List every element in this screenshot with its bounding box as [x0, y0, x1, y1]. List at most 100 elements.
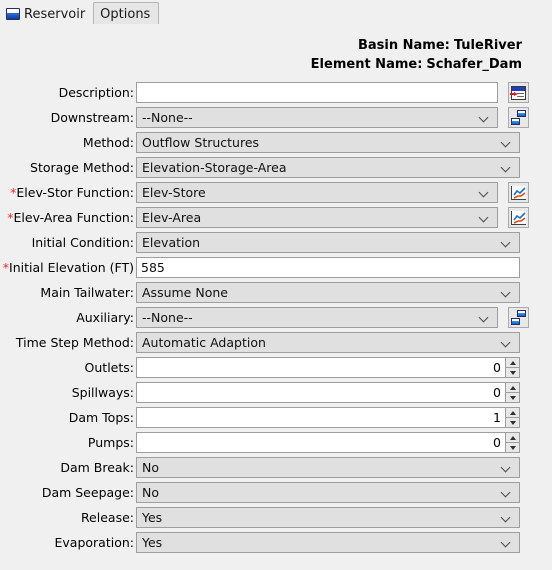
- element-name-line: Element Name: Schafer_Dam: [0, 55, 522, 74]
- field-label-text: Initial Condition:: [31, 235, 134, 250]
- basin-name-label: Basin Name:: [357, 38, 450, 53]
- spinner-up-button[interactable]: [505, 382, 520, 392]
- spinner-down-button[interactable]: [505, 417, 520, 428]
- spinner-down-button[interactable]: [505, 367, 520, 378]
- chevron-down-icon: [479, 187, 490, 198]
- field-control: No: [136, 482, 520, 503]
- spinner-up-button[interactable]: [505, 407, 520, 417]
- spinner-12[interactable]: 0: [136, 382, 520, 403]
- field-label-text: Auxiliary:: [76, 310, 134, 325]
- dropdown-16[interactable]: No: [136, 482, 520, 503]
- spinner-buttons: [505, 432, 520, 453]
- tab-options[interactable]: Options: [93, 2, 160, 25]
- dropdown-9[interactable]: --None--: [136, 307, 498, 328]
- field-label-text: Downstream:: [50, 110, 134, 125]
- dropdown-8[interactable]: Assume None: [136, 282, 520, 303]
- chevron-down-icon: [501, 337, 512, 348]
- dropdown-value: No: [142, 460, 159, 475]
- spinner-13[interactable]: 1: [136, 407, 520, 428]
- dropdown-value: Automatic Adaption: [142, 335, 266, 350]
- field-control: Outflow Structures: [136, 132, 520, 153]
- chart-icon: [511, 210, 526, 225]
- chevron-down-icon: [501, 237, 512, 248]
- chevron-down-icon: [501, 537, 512, 548]
- field-control: 585: [136, 257, 520, 278]
- spinner-value[interactable]: 0: [136, 382, 505, 403]
- dropdown-6[interactable]: Elevation: [136, 232, 520, 253]
- field-label: Description:: [0, 85, 136, 100]
- field-label-text: Spillways:: [71, 385, 134, 400]
- spinner-14[interactable]: 0: [136, 432, 520, 453]
- chart-icon: [511, 185, 526, 200]
- dropdown-value: --None--: [142, 110, 193, 125]
- spinner-11[interactable]: 0: [136, 357, 520, 378]
- reservoir-pair-button[interactable]: [508, 307, 529, 328]
- field-label: *Elev-Area Function:: [0, 210, 136, 225]
- field-label: Evaporation:: [0, 535, 136, 550]
- description-note-button[interactable]: [508, 82, 529, 103]
- spinner-down-button[interactable]: [505, 442, 520, 453]
- form-row: Method: Outflow Structures: [0, 130, 552, 155]
- form-row: Description:: [0, 80, 552, 105]
- field-label: Dam Tops:: [0, 410, 136, 425]
- spinner-up-button[interactable]: [505, 357, 520, 367]
- basin-name-value: TuleRiver: [453, 38, 522, 53]
- basin-name-line: Basin Name: TuleRiver: [0, 36, 522, 55]
- triangle-up-icon: [509, 360, 516, 365]
- dropdown-value: Assume None: [142, 285, 228, 300]
- spinner-value[interactable]: 1: [136, 407, 505, 428]
- text-input-0[interactable]: [136, 82, 498, 103]
- field-control: Elevation-Storage-Area: [136, 157, 520, 178]
- spinner-value[interactable]: 0: [136, 357, 505, 378]
- field-label: Initial Condition:: [0, 235, 136, 250]
- field-label: Storage Method:: [0, 160, 136, 175]
- chevron-down-icon: [501, 162, 512, 173]
- field-control: Assume None: [136, 282, 520, 303]
- field-control: Automatic Adaption: [136, 332, 520, 353]
- field-label: *Elev-Stor Function:: [0, 185, 136, 200]
- spinner-up-button[interactable]: [505, 432, 520, 442]
- field-label: Method:: [0, 135, 136, 150]
- field-label-text: Dam Seepage:: [41, 485, 134, 500]
- dropdown-value: Elev-Area: [142, 210, 202, 225]
- triangle-down-icon: [509, 395, 516, 400]
- dropdown-17[interactable]: Yes: [136, 507, 520, 528]
- dropdown-1[interactable]: --None--: [136, 107, 498, 128]
- spinner-value[interactable]: 0: [136, 432, 505, 453]
- description-note-icon: [510, 85, 526, 100]
- field-label-text: Time Step Method:: [15, 335, 134, 350]
- field-control: Elevation: [136, 232, 520, 253]
- field-label-text: Dam Break:: [60, 460, 134, 475]
- dropdown-15[interactable]: No: [136, 457, 520, 478]
- field-label-text: Elev-Area Function:: [13, 210, 134, 225]
- field-label: Main Tailwater:: [0, 285, 136, 300]
- dropdown-10[interactable]: Automatic Adaption: [136, 332, 520, 353]
- element-name-value: Schafer_Dam: [426, 57, 522, 72]
- dropdown-2[interactable]: Outflow Structures: [136, 132, 520, 153]
- chevron-down-icon: [501, 512, 512, 523]
- dropdown-4[interactable]: Elev-Store: [136, 182, 498, 203]
- reservoir-pair-button[interactable]: [508, 107, 529, 128]
- tab-reservoir[interactable]: Reservoir: [0, 2, 94, 25]
- field-control: --None--: [136, 107, 529, 128]
- reservoir-form: Description: Downstream: --None-- Method: Ou…: [0, 80, 552, 555]
- reservoir-pair-icon: [511, 110, 526, 125]
- field-label-text: Method:: [82, 135, 134, 150]
- form-row: Evaporation: Yes: [0, 530, 552, 555]
- field-label-text: Main Tailwater:: [40, 285, 134, 300]
- element-name-label: Element Name:: [310, 57, 423, 72]
- dropdown-3[interactable]: Elevation-Storage-Area: [136, 157, 520, 178]
- dropdown-5[interactable]: Elev-Area: [136, 207, 498, 228]
- field-label: Downstream:: [0, 110, 136, 125]
- chart-button[interactable]: [508, 182, 529, 203]
- form-row: Dam Tops: 1: [0, 405, 552, 430]
- spinner-down-button[interactable]: [505, 392, 520, 403]
- chart-button[interactable]: [508, 207, 529, 228]
- triangle-down-icon: [509, 370, 516, 375]
- text-input-7[interactable]: 585: [136, 257, 520, 278]
- chevron-down-icon: [479, 112, 490, 123]
- dropdown-18[interactable]: Yes: [136, 532, 520, 553]
- tab-strip: Reservoir Options: [0, 0, 552, 25]
- field-control: 1: [136, 407, 520, 428]
- triangle-up-icon: [509, 385, 516, 390]
